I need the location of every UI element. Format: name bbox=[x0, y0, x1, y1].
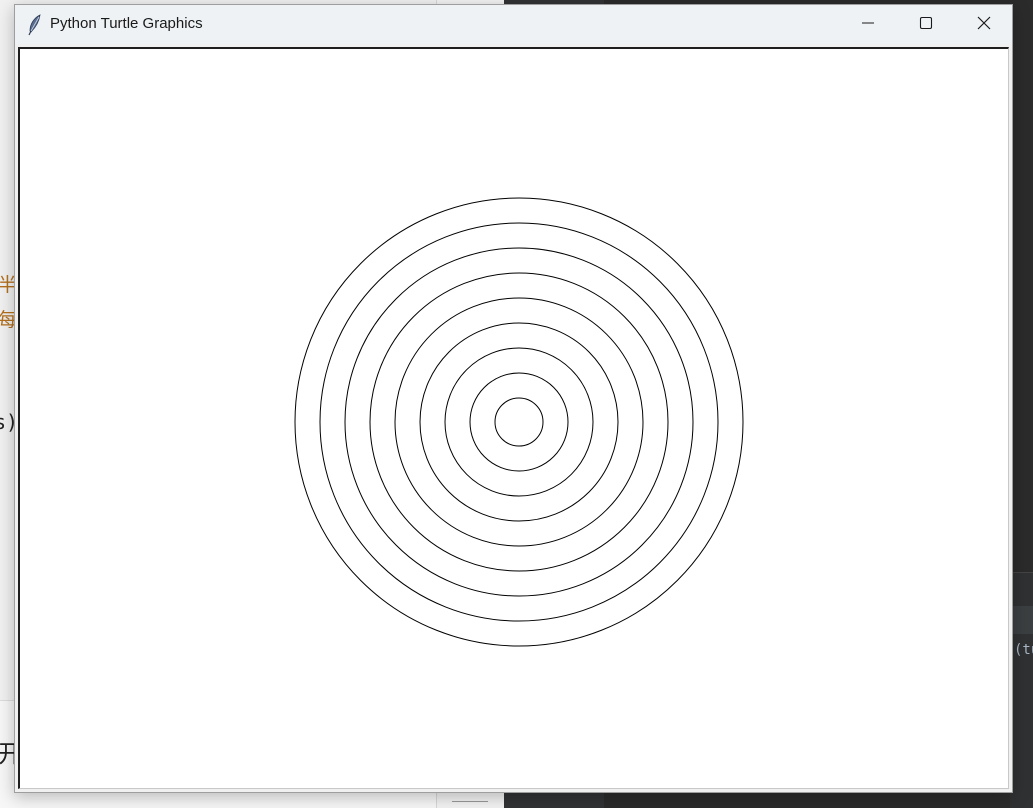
turtle-circle bbox=[369, 272, 669, 572]
turtle-drawing bbox=[294, 197, 744, 647]
close-button[interactable] bbox=[955, 5, 1013, 44]
turtle-circle bbox=[344, 247, 694, 597]
turtle-circle bbox=[469, 372, 569, 472]
minimize-button[interactable] bbox=[839, 5, 897, 44]
turtle-circle bbox=[494, 397, 544, 447]
window-title: Python Turtle Graphics bbox=[50, 15, 203, 32]
background-editor-text: (tu bbox=[1014, 642, 1033, 658]
turtle-circle bbox=[419, 322, 619, 522]
turtle-circle bbox=[319, 222, 719, 622]
turtle-circle bbox=[444, 347, 594, 497]
maximize-icon bbox=[919, 15, 933, 34]
background-editor-selection bbox=[1010, 606, 1033, 634]
minimize-icon bbox=[861, 15, 875, 34]
maximize-button[interactable] bbox=[897, 5, 955, 44]
feather-icon bbox=[27, 14, 43, 36]
background-divider bbox=[452, 801, 488, 802]
turtle-circle bbox=[294, 197, 744, 647]
turtle-circle bbox=[394, 297, 644, 547]
close-icon bbox=[977, 15, 991, 34]
turtle-graphics-window[interactable]: Python Turtle Graphics bbox=[14, 4, 1013, 793]
turtle-canvas[interactable] bbox=[18, 47, 1009, 789]
title-bar[interactable]: Python Turtle Graphics bbox=[15, 5, 1012, 44]
